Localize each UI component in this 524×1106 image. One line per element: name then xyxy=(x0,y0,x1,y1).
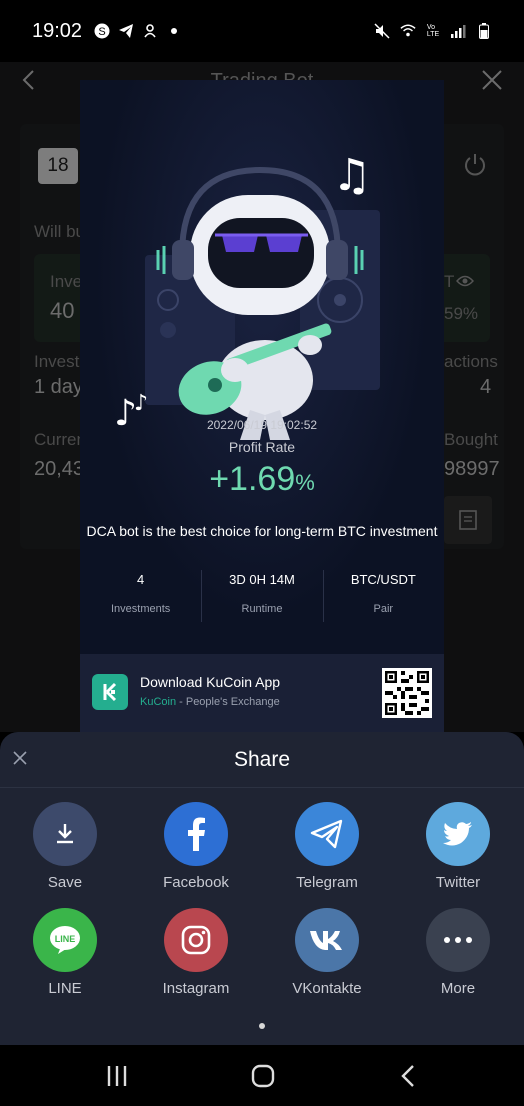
share-twitter-button[interactable]: Twitter xyxy=(403,802,513,891)
share-label: Instagram xyxy=(162,980,230,997)
stat-value: BTC/USDT xyxy=(350,572,416,587)
stat-pair: BTC/USDT Pair xyxy=(322,570,444,622)
status-bar: 19:02 S Vo LTE xyxy=(0,0,524,62)
share-label: Telegram xyxy=(296,874,358,891)
facebook-icon[interactable] xyxy=(164,802,228,866)
qr-code xyxy=(382,668,432,718)
share-save-button[interactable]: Save xyxy=(10,802,120,891)
stat-investments: 4 Investments xyxy=(80,570,201,622)
twitter-icon[interactable] xyxy=(426,802,490,866)
share-label: Twitter xyxy=(435,874,481,891)
share-label: LINE xyxy=(48,980,82,997)
wifi-icon xyxy=(400,23,416,39)
more-icon[interactable] xyxy=(426,908,490,972)
profit-rate-value: +1.69% xyxy=(80,460,444,499)
share-label: Facebook xyxy=(163,874,229,891)
share-facebook-button[interactable]: Facebook xyxy=(141,802,251,891)
bg-invest-label: Inve xyxy=(50,272,83,291)
svg-text:S: S xyxy=(98,26,105,38)
svg-text:♪: ♪ xyxy=(134,391,148,416)
card-stats: 4 Investments 3D 0H 14M Runtime BTC/USDT… xyxy=(80,570,444,622)
bg-percent-value: 59% xyxy=(444,304,479,323)
stat-value: 3D 0H 14M xyxy=(229,572,295,587)
share-sheet-header: Share xyxy=(0,732,524,788)
document-icon[interactable] xyxy=(444,496,492,544)
bg-bought-label: Bought xyxy=(444,430,498,449)
bg-bought-value: 98997 xyxy=(444,458,500,480)
robot-illustration: ♫ ♪ ♪ xyxy=(100,140,420,450)
stat-label: Runtime xyxy=(241,603,283,615)
share-vkontakte-button[interactable]: VKontakte xyxy=(272,908,382,997)
stat-label: Pair xyxy=(373,603,394,615)
kucoin-logo-icon xyxy=(92,674,128,710)
volte-icon: Vo LTE xyxy=(426,24,440,38)
line-icon[interactable]: LINE xyxy=(33,908,97,972)
share-sheet-title: Share xyxy=(233,748,291,771)
back-icon[interactable] xyxy=(396,1063,422,1089)
share-more-button[interactable]: More xyxy=(403,908,513,997)
download-icon[interactable] xyxy=(33,802,97,866)
notification-icons: S xyxy=(94,23,182,39)
share-label: More xyxy=(440,980,476,997)
battery-icon xyxy=(476,23,492,39)
card-tagline: DCA bot is the best choice for long-term… xyxy=(86,523,438,539)
brand-name: KuCoin xyxy=(140,696,177,708)
telegram-icon xyxy=(118,23,134,39)
bg-actions-value: 4 xyxy=(480,376,492,398)
share-sheet: Share Save Facebook Telegram Twitter LIN… xyxy=(0,732,524,1045)
profit-rate-unit: % xyxy=(295,470,315,495)
eye-icon xyxy=(456,274,474,293)
svg-text:♫: ♫ xyxy=(332,150,371,201)
bg-invest-value: 40 xyxy=(50,298,75,323)
download-app-title: Download KuCoin App xyxy=(140,674,281,690)
share-label: VKontakte xyxy=(292,980,362,997)
brand-slogan: - People's Exchange xyxy=(176,696,280,708)
bg-will-text: Will bu xyxy=(34,222,86,241)
system-icons: Vo LTE xyxy=(374,23,492,39)
vk-icon[interactable] xyxy=(295,908,359,972)
calendar-icon: 18 xyxy=(38,148,78,184)
mute-icon xyxy=(374,23,390,39)
card-hero: ♫ ♪ ♪ 2022/06/19 19:02:52 Profit Rate +1… xyxy=(80,80,444,650)
signal-icon xyxy=(450,23,466,39)
notification-icon xyxy=(142,23,158,39)
s-coin-icon: S xyxy=(94,23,110,39)
bg-t-label: T xyxy=(444,272,455,291)
instagram-icon[interactable] xyxy=(164,908,228,972)
download-app-subtitle: KuCoin - People's Exchange xyxy=(140,696,280,708)
share-label: Save xyxy=(47,874,83,891)
share-card: ♫ ♪ ♪ 2022/06/19 19:02:52 Profit Rate +1… xyxy=(80,80,444,732)
card-footer: Download KuCoin App KuCoin - People's Ex… xyxy=(80,654,444,732)
profit-rate-label: Profit Rate xyxy=(228,439,296,455)
share-line-button[interactable]: LINE LINE xyxy=(10,908,120,997)
bg-current-value: 20,43 xyxy=(34,458,85,480)
power-icon[interactable] xyxy=(462,152,488,183)
recent-apps-icon[interactable] xyxy=(104,1063,130,1089)
bg-investment-label: Invest xyxy=(34,352,80,371)
stat-runtime: 3D 0H 14M Runtime xyxy=(201,570,322,622)
dot-icon xyxy=(166,23,182,39)
share-telegram-button[interactable]: Telegram xyxy=(272,802,382,891)
bg-duration-value: 1 day xyxy=(34,376,83,398)
stat-value: 4 xyxy=(137,572,145,587)
svg-text:LINE: LINE xyxy=(55,934,76,944)
share-instagram-button[interactable]: Instagram xyxy=(141,908,251,997)
bg-actions-label: actions xyxy=(444,352,498,371)
bg-current-label: Curren xyxy=(34,430,86,449)
system-navigation-bar xyxy=(0,1045,524,1106)
home-icon[interactable] xyxy=(250,1063,276,1089)
close-icon[interactable] xyxy=(480,68,504,92)
page-indicator-dot xyxy=(259,1023,265,1029)
stat-label: Investments xyxy=(111,603,171,615)
telegram-icon[interactable] xyxy=(295,802,359,866)
profit-rate-number: +1.69 xyxy=(209,460,296,498)
status-time: 19:02 xyxy=(32,19,83,42)
card-timestamp: 2022/06/19 19:02:52 xyxy=(206,418,318,432)
